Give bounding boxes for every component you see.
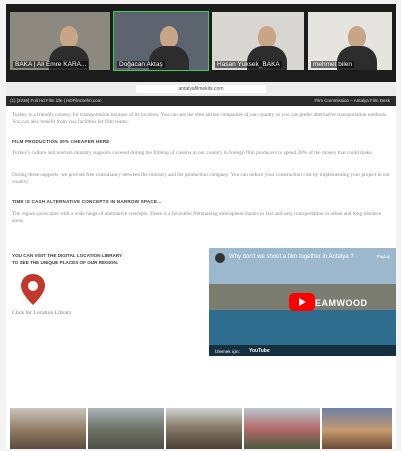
section-heading-cheaper: FILM PRODUCTION 30% CHEAPER HERE (12, 139, 110, 144)
watch-on-label: İzlemek için: (215, 349, 240, 354)
section-heading-time: TIME IS CASH ALTERNATIVE CONCEPTS IN NAR… (12, 199, 162, 204)
play-icon (299, 298, 306, 306)
location-thumbnails (6, 408, 396, 449)
participant-name: Doğacan Aktaş (117, 61, 165, 68)
location-pin-icon[interactable] (18, 272, 48, 308)
participant-name: BAKA | Ali Emre KARA... (13, 61, 89, 68)
tab-right[interactable]: Film Commission – Antalya Film Desk (314, 98, 390, 103)
share-button[interactable]: Paylaş (376, 254, 390, 259)
channel-avatar-icon[interactable] (215, 253, 225, 263)
participant-face (60, 26, 78, 48)
participant-face (258, 26, 276, 48)
embedded-video[interactable]: Why don't we shoot a film together in An… (209, 248, 396, 356)
location-thumbnail[interactable] (322, 408, 392, 449)
participant-name: mehmet bilen (311, 61, 355, 68)
section-paragraph: During these supports, we provide free c… (12, 172, 390, 185)
participant-face (348, 26, 366, 48)
video-title[interactable]: Why don't we shoot a film together in An… (229, 254, 354, 260)
location-thumbnail[interactable] (166, 408, 242, 449)
section-paragraph: Turkey's culture and tourism ministry su… (12, 150, 373, 156)
location-thumbnail[interactable] (10, 408, 86, 449)
tab-left[interactable]: (1) [2236] Full Hd Film izle | HDFilmSeh… (10, 98, 101, 103)
participant-tile-4[interactable]: mehmet bilen (308, 12, 392, 70)
library-heading-line: TO SEE THE UNIQUE PLACES OF OUR REGION. (12, 260, 119, 265)
section-paragraph: The region saves time with a wide range … (12, 211, 382, 224)
participant-face (160, 26, 178, 48)
participant-tile-3[interactable]: Hasan Yüksek_BAKA (212, 12, 304, 70)
participant-tile-2[interactable]: Doğacan Aktaş (113, 11, 209, 71)
youtube-logo[interactable]: YouTube (249, 348, 270, 354)
screen: BAKA | Ali Emre KARA... Doğacan Aktaş Ha… (6, 4, 396, 449)
intro-paragraph: Turkey is a friendly country for transpo… (12, 112, 388, 125)
location-thumbnail[interactable] (244, 408, 320, 449)
address-bar: antalyafilmekibi.com (6, 82, 396, 97)
location-library-link[interactable]: Click for Location Library (12, 310, 72, 316)
url-field[interactable]: antalyafilmekibi.com (136, 85, 266, 93)
participant-tile-1[interactable]: BAKA | Ali Emre KARA... (10, 12, 110, 70)
participant-name: Hasan Yüksek_BAKA (215, 61, 282, 68)
location-thumbnail[interactable] (88, 408, 164, 449)
library-heading: YOU CAN VISIT THE DIGITAL LOCATION LIBRA… (12, 252, 162, 266)
video-call-strip: BAKA | Ali Emre KARA... Doğacan Aktaş Ha… (6, 4, 396, 82)
video-brand-text: EAMWOOD (315, 298, 368, 308)
tab-bar: (1) [2236] Full Hd Film izle | HDFilmSeh… (6, 96, 396, 106)
library-heading-line: YOU CAN VISIT THE DIGITAL LOCATION LIBRA… (12, 253, 123, 258)
